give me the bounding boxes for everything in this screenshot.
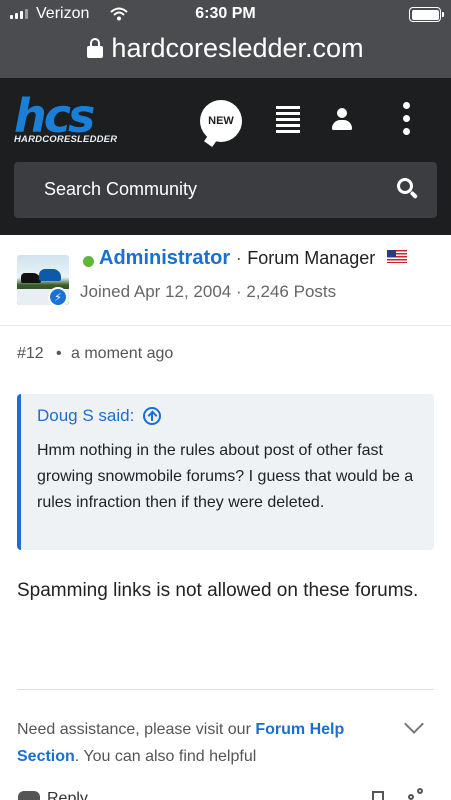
moderator-badge-icon: ⚡ bbox=[48, 287, 68, 307]
url-text: hardcoresledder.com bbox=[111, 32, 364, 63]
author-title: Forum Manager bbox=[247, 248, 376, 268]
jump-to-quote-icon[interactable] bbox=[143, 407, 162, 425]
post-timestamp: a moment ago bbox=[71, 345, 174, 362]
signature: Need assistance, please visit our Forum … bbox=[17, 716, 377, 770]
quote-block: Doug S said: Hmm nothing in the rules ab… bbox=[17, 394, 434, 550]
online-status-icon bbox=[83, 256, 94, 267]
more-menu-icon[interactable] bbox=[403, 102, 413, 141]
reply-button[interactable]: Reply bbox=[47, 790, 88, 800]
clock: 6:30 PM bbox=[195, 5, 256, 22]
lock-icon bbox=[87, 38, 104, 58]
search-bar[interactable]: Search Community bbox=[14, 162, 437, 218]
bookmark-icon[interactable] bbox=[372, 791, 384, 800]
address-bar[interactable]: hardcoresledder.com bbox=[0, 28, 451, 68]
quote-text: Hmm nothing in the rules about post of o… bbox=[37, 442, 414, 511]
new-posts-button[interactable]: NEW bbox=[200, 100, 242, 142]
post-actions: Reply bbox=[0, 782, 451, 800]
forum-list-icon[interactable] bbox=[270, 106, 300, 136]
search-icon[interactable] bbox=[397, 178, 419, 200]
account-icon[interactable] bbox=[331, 108, 353, 132]
author-name-link[interactable]: Administrator bbox=[99, 247, 230, 269]
author-heading: Administrator · Forum Manager bbox=[99, 247, 407, 270]
post-number-link[interactable]: #12 bbox=[17, 345, 44, 363]
site-header: hcs HARDCORESLEDDER NEW Search Community bbox=[0, 78, 451, 235]
chevron-down-icon[interactable] bbox=[404, 714, 424, 734]
logo-mark: hcs bbox=[14, 89, 95, 143]
search-input[interactable]: Search Community bbox=[44, 179, 197, 200]
us-flag-icon bbox=[386, 250, 407, 263]
quote-author: Doug S said: bbox=[37, 406, 135, 425]
reply-icon[interactable] bbox=[18, 791, 40, 800]
post-author: ⚡ Administrator · Forum Manager Joined A… bbox=[0, 235, 451, 326]
browser-chrome: Verizon 6:30 PM hardcoresledder.com bbox=[0, 0, 451, 78]
signature-text-post: . You can also find helpful bbox=[74, 748, 257, 765]
status-bar: Verizon 6:30 PM bbox=[0, 4, 451, 26]
site-logo[interactable]: hcs HARDCORESLEDDER bbox=[14, 89, 124, 145]
post-body: Spamming links is not allowed on these f… bbox=[17, 580, 419, 601]
post-meta: #12 • a moment ago bbox=[0, 326, 451, 382]
signature-divider bbox=[17, 689, 434, 690]
share-icon[interactable] bbox=[408, 788, 424, 800]
author-stats: Joined Apr 12, 2004 · 2,246 Posts bbox=[80, 282, 337, 301]
new-label: NEW bbox=[208, 115, 234, 127]
battery-icon bbox=[409, 7, 444, 22]
quote-attribution-link[interactable]: Doug S said: bbox=[37, 406, 162, 426]
meta-separator: • bbox=[56, 345, 62, 362]
signature-text-pre: Need assistance, please visit our bbox=[17, 721, 256, 738]
author-separator: · bbox=[235, 248, 242, 268]
logo-wordmark: HARDCORESLEDDER bbox=[14, 134, 118, 145]
